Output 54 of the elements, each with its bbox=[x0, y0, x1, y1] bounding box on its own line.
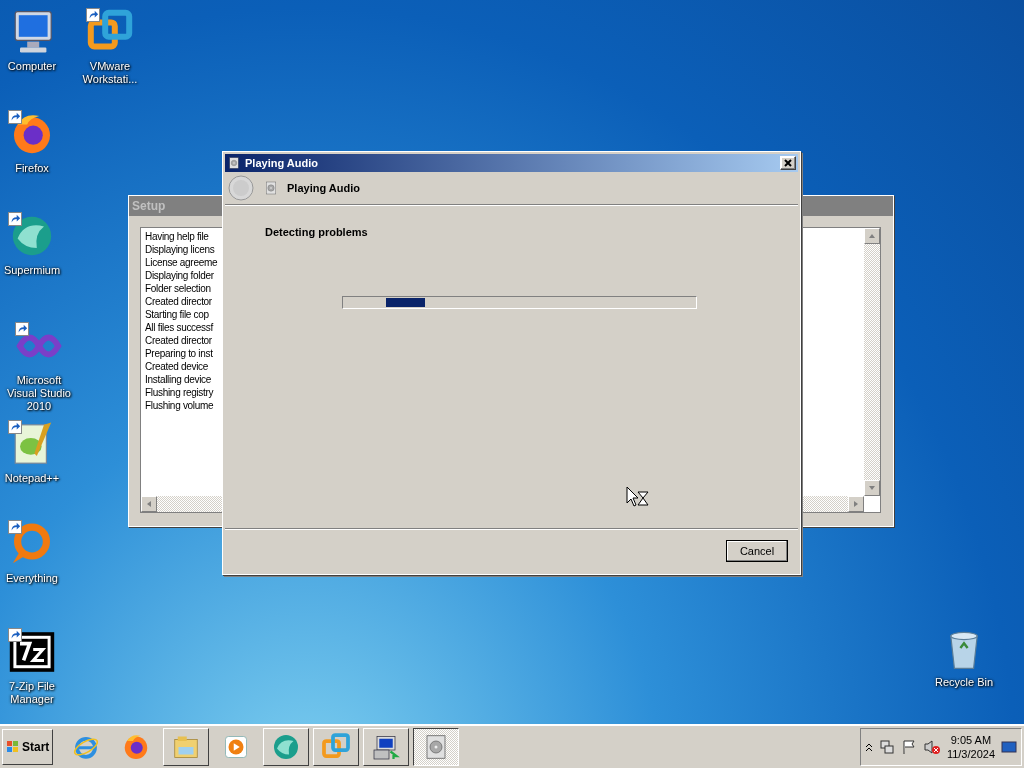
chevron-up-icon[interactable] bbox=[864, 742, 873, 752]
shortcut-arrow-icon bbox=[8, 110, 22, 124]
taskbar-button[interactable] bbox=[413, 728, 460, 766]
scroll-right-icon[interactable] bbox=[848, 496, 864, 512]
document-icon bbox=[227, 156, 241, 170]
log-line: Installing device bbox=[145, 373, 212, 386]
shortcut-arrow-icon bbox=[15, 322, 29, 336]
shortcut-arrow-icon bbox=[8, 520, 22, 534]
log-line: Created director bbox=[145, 295, 212, 308]
show-desktop-icon[interactable] bbox=[1001, 739, 1017, 755]
desktop-icon-label[interactable]: Recycle Bin bbox=[934, 676, 994, 689]
busy-cursor-icon bbox=[626, 486, 650, 510]
clock-time[interactable]: 9:05 AM bbox=[950, 733, 992, 747]
desktop-icon-label[interactable]: VMware Workstati... bbox=[72, 60, 148, 86]
shortcut-arrow-icon bbox=[86, 8, 100, 22]
scroll-down-icon[interactable] bbox=[864, 480, 880, 496]
log-line: All files successf bbox=[145, 321, 213, 334]
window-title: Setup bbox=[132, 199, 166, 213]
log-line: Flushing registry bbox=[145, 386, 214, 399]
log-line: Displaying folder bbox=[145, 269, 214, 282]
flag-icon[interactable] bbox=[900, 739, 917, 755]
desktop-icon-label[interactable]: Everything bbox=[6, 572, 58, 585]
shortcut-arrow-icon bbox=[8, 628, 22, 642]
scroll-up-icon[interactable] bbox=[864, 228, 880, 244]
log-line: Having help file bbox=[145, 230, 209, 243]
close-icon bbox=[781, 157, 795, 169]
window-title: Playing Audio bbox=[245, 157, 319, 169]
close-button[interactable] bbox=[780, 156, 796, 170]
log-line: Preparing to inst bbox=[145, 347, 213, 360]
desktop-icon-label[interactable]: 7-Zip File Manager bbox=[0, 680, 70, 706]
log-line: Created device bbox=[145, 360, 209, 373]
start-button[interactable]: Start bbox=[2, 729, 54, 765]
document-icon bbox=[263, 180, 279, 196]
log-line: Created director bbox=[145, 334, 212, 347]
log-line: Folder selection bbox=[145, 282, 211, 295]
log-line: Flushing volume bbox=[145, 399, 214, 412]
shortcut-arrow-icon bbox=[8, 420, 22, 434]
shortcut-arrow-icon bbox=[8, 212, 22, 226]
desktop-icon-label[interactable]: Computer bbox=[7, 60, 57, 73]
network-icon[interactable] bbox=[878, 739, 895, 755]
scroll-left-icon[interactable] bbox=[141, 496, 157, 512]
desktop-icon-label[interactable]: Supermium bbox=[3, 264, 61, 277]
clock-date[interactable]: 11/3/2024 bbox=[946, 747, 995, 761]
desktop-icon-label[interactable]: Firefox bbox=[15, 162, 49, 175]
log-line: License agreeme bbox=[145, 256, 218, 269]
desktop-icon-label[interactable]: Notepad++ bbox=[4, 472, 60, 485]
log-line: Displaying licens bbox=[145, 243, 215, 256]
log-line: Starting file cop bbox=[145, 308, 209, 321]
desktop-icon-label[interactable]: Microsoft Visual Studio 2010 bbox=[1, 374, 77, 413]
cancel-button[interactable]: Cancel bbox=[726, 540, 788, 562]
windows-logo-icon bbox=[6, 740, 20, 754]
wizard-header: Playing Audio bbox=[287, 182, 360, 194]
status-text: Detecting problems bbox=[265, 226, 369, 238]
speaker-muted-icon[interactable] bbox=[922, 739, 941, 755]
